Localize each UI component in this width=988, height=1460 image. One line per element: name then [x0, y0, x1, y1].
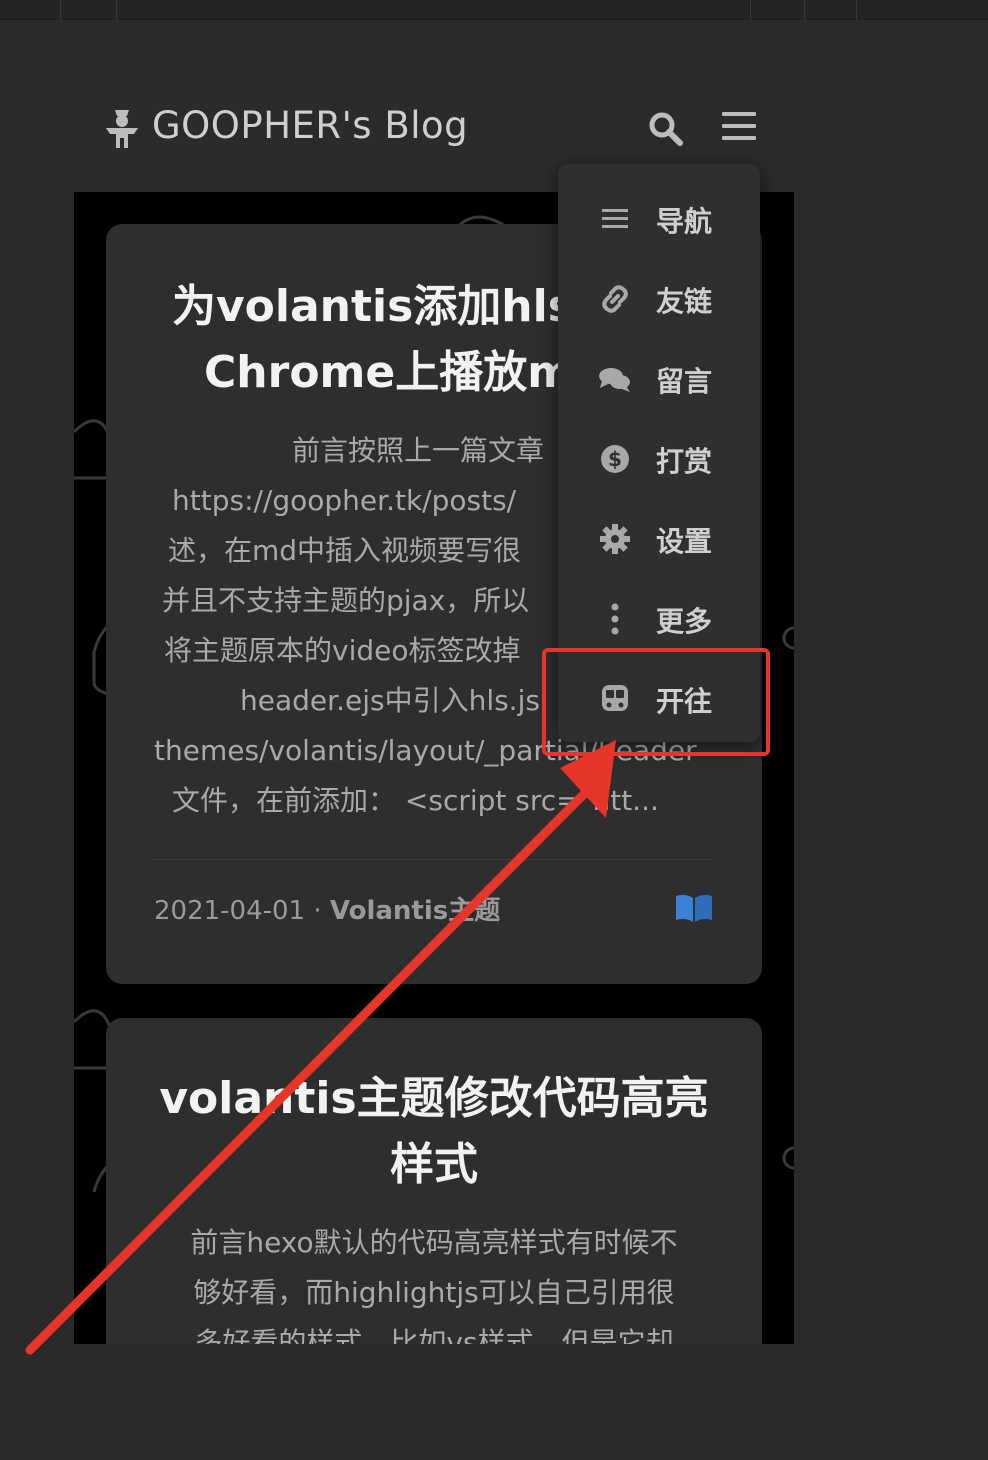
excerpt-line: 多好看的样式，比如vs样式，但是它却 — [194, 1326, 674, 1344]
menu-item-label: 导航 — [656, 205, 713, 238]
menu-item-guestbook[interactable]: 留言 — [558, 338, 760, 418]
dollar-icon: $ — [601, 445, 629, 473]
menu-item-label: 设置 — [656, 525, 713, 558]
menu-item-label: 留言 — [656, 365, 713, 398]
menu-bar — [722, 112, 756, 116]
gear-icon — [600, 524, 630, 554]
menu-item-donate[interactable]: $ 打赏 — [558, 418, 760, 498]
annotation-highlight-box — [542, 648, 770, 756]
scarecrow-logo-icon[interactable] — [104, 108, 140, 148]
menu-item-label: 友链 — [656, 285, 713, 318]
toolbar-divider — [60, 0, 61, 20]
card-divider — [154, 859, 714, 860]
post-title-line: volantis主题修改代码高亮 — [159, 1073, 709, 1124]
post-card[interactable]: volantis主题修改代码高亮 样式 前言hexo默认的代码高亮样式有时候不 … — [106, 1018, 762, 1344]
post-meta: 2021-04-01 · Volantis主题 — [154, 890, 500, 927]
post-title[interactable]: volantis主题修改代码高亮 样式 — [106, 1066, 762, 1198]
meta-separator: · — [313, 896, 322, 926]
more-vertical-icon — [611, 603, 619, 635]
excerpt-line: 够好看，而highlightjs可以自己引用很 — [193, 1276, 675, 1309]
open-book-icon[interactable] — [674, 892, 714, 924]
menu-bar — [722, 136, 756, 140]
link-icon — [602, 285, 628, 313]
excerpt-line: 文件，在前添加： <script src="htt... — [172, 784, 659, 817]
post-category-link[interactable]: Volantis主题 — [330, 896, 500, 926]
site-title[interactable]: GOOPHER's Blog — [152, 104, 468, 147]
top-toolbar-strip — [0, 0, 988, 20]
menu-item-friend-links[interactable]: 友链 — [558, 258, 760, 338]
toolbar-divider — [116, 0, 117, 20]
hamburger-menu-icon[interactable] — [722, 112, 756, 144]
search-icon[interactable] — [646, 109, 686, 149]
toolbar-divider — [750, 0, 751, 20]
menu-item-nav[interactable]: 导航 — [558, 178, 760, 258]
menu-item-more[interactable]: 更多 — [558, 578, 760, 658]
excerpt-line: 前言hexo默认的代码高亮样式有时候不 — [190, 1226, 678, 1259]
menu-bar — [722, 124, 756, 128]
post-excerpt: 前言hexo默认的代码高亮样式有时候不 够好看，而highlightjs可以自己… — [126, 1218, 742, 1344]
menu-item-settings[interactable]: 设置 — [558, 498, 760, 578]
svg-text:$: $ — [608, 447, 622, 471]
menu-item-label: 打赏 — [656, 445, 713, 478]
list-icon — [602, 209, 628, 228]
post-title-line: 样式 — [390, 1139, 478, 1190]
toolbar-divider — [856, 0, 857, 20]
menu-item-label: 更多 — [656, 605, 713, 638]
post-date: 2021-04-01 — [154, 896, 306, 926]
comments-icon — [599, 368, 630, 392]
toolbar-divider — [804, 0, 805, 20]
